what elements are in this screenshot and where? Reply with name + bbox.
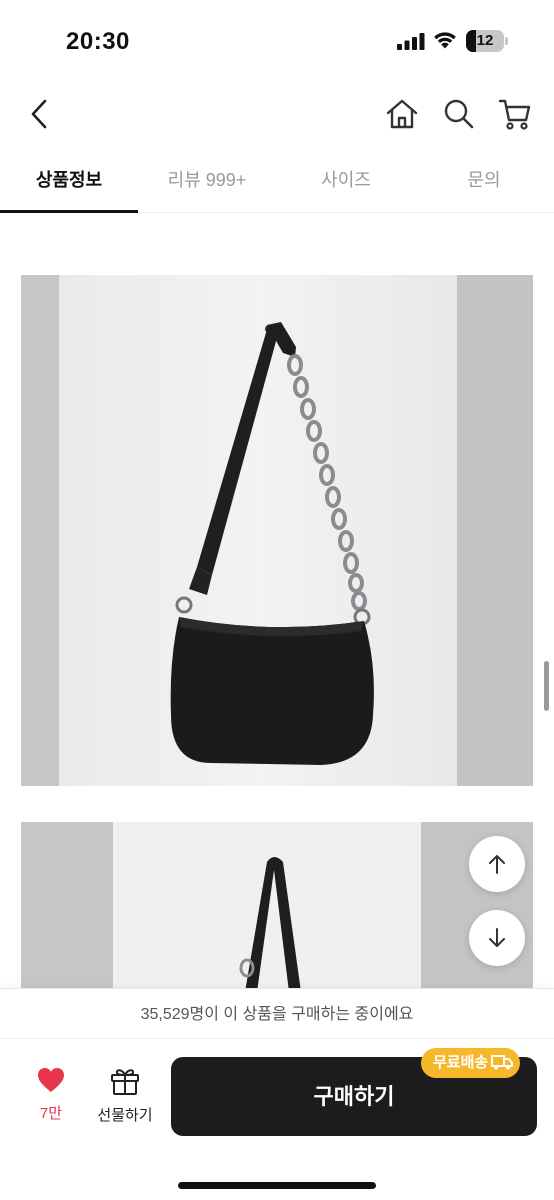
status-bar: 20:30 12: [0, 0, 554, 80]
scrollbar-thumb[interactable]: [544, 661, 549, 711]
free-shipping-badge: 무료배송: [421, 1048, 521, 1078]
purchase-bar: 35,529명이 이 상품을 구매하는 중이에요 7만 선물하기 구매하기 무료…: [0, 988, 554, 1200]
wifi-icon: [434, 32, 456, 49]
free-shipping-label: 무료배송: [433, 1054, 489, 1071]
search-icon[interactable]: [441, 96, 477, 132]
scroll-down-button[interactable]: [469, 910, 525, 966]
gift-label: 선물하기: [97, 1107, 153, 1124]
delivery-truck-icon: [491, 1054, 514, 1070]
gift-button[interactable]: 선물하기: [92, 1067, 158, 1125]
tab-reviews[interactable]: 리뷰 999+: [138, 150, 276, 212]
cellular-signal-icon: [397, 33, 425, 50]
battery-icon: 12: [466, 30, 508, 52]
top-navigation-bar: [0, 84, 554, 144]
home-icon[interactable]: [384, 96, 420, 132]
tab-product-info[interactable]: 상품정보: [0, 150, 138, 213]
home-indicator: [178, 1182, 376, 1189]
buying-now-notice: 35,529명이 이 상품을 구매하는 중이에요: [0, 989, 554, 1039]
like-button[interactable]: 7만: [19, 1067, 83, 1123]
gift-icon: [111, 1069, 139, 1095]
like-count: 7만: [39, 1105, 63, 1122]
product-tabs: 상품정보 리뷰 999+ 사이즈 문의: [0, 150, 554, 213]
heart-icon: [38, 1068, 64, 1092]
arrow-up-icon: [489, 855, 505, 874]
back-arrow-icon[interactable]: [22, 96, 58, 132]
status-time: 20:30: [66, 28, 130, 55]
product-image-2: [21, 822, 533, 992]
tab-inquiry[interactable]: 문의: [415, 150, 553, 212]
scroll-up-button[interactable]: [469, 836, 525, 892]
tab-size[interactable]: 사이즈: [277, 150, 415, 212]
shopping-cart-icon[interactable]: [497, 96, 533, 132]
arrow-down-icon: [489, 928, 505, 947]
product-image-1: [21, 275, 533, 786]
battery-level: 12: [476, 32, 494, 49]
